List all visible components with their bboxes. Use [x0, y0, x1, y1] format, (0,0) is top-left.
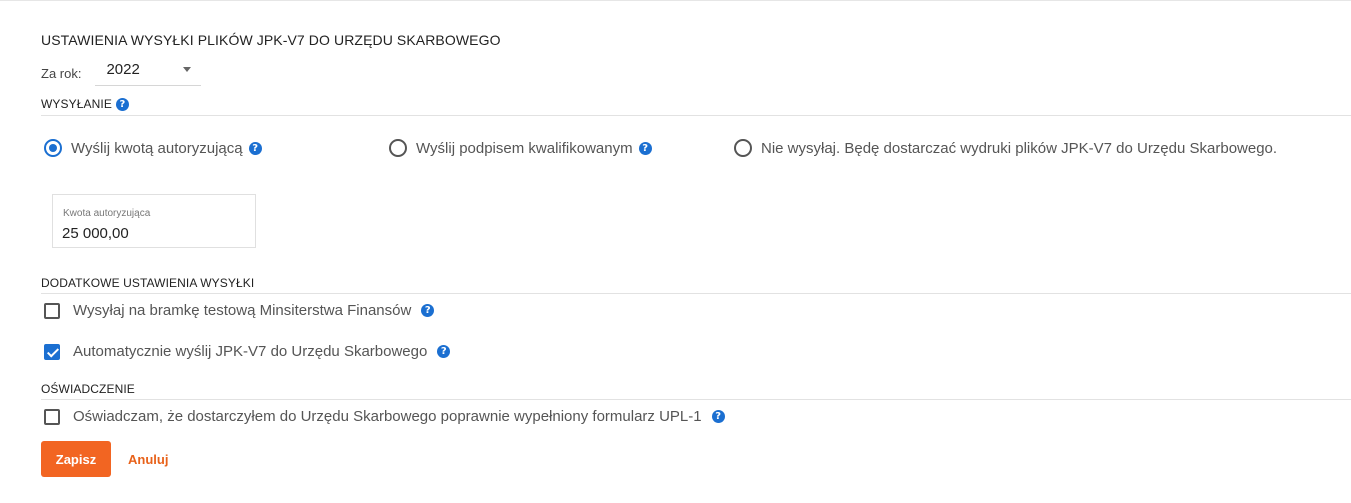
radio-do-not-send[interactable]: Nie wysyłaj. Będę dostarczać wydruki pli…	[734, 139, 1277, 157]
save-button[interactable]: Zapisz	[41, 441, 111, 477]
radio-button[interactable]	[389, 139, 407, 157]
checkbox-label: Wysyłaj na bramkę testową Minsiterstwa F…	[73, 302, 412, 319]
year-row: Za rok: 2022	[41, 59, 202, 86]
radio-send-qualified-signature[interactable]: Wyślij podpisem kwalifikowanym ?	[389, 139, 652, 157]
help-icon[interactable]: ?	[248, 141, 262, 155]
sending-divider	[41, 115, 1351, 116]
amount-field-value[interactable]: 25 000,00	[62, 225, 129, 242]
help-icon[interactable]: ?	[711, 410, 725, 423]
radio-label: Nie wysyłaj. Będę dostarczać wydruki pli…	[761, 139, 1278, 157]
radio-label: Wyślij kwotą autoryzującą	[71, 139, 243, 157]
authorization-amount-field[interactable]: Kwota autoryzująca 25 000,00	[52, 194, 256, 248]
additional-settings-label: DODATKOWE USTAWIENIA WYSYŁKI	[41, 276, 255, 290]
declaration-divider	[41, 399, 1351, 400]
year-label: Za rok:	[41, 66, 82, 81]
declaration-header-label: OŚWIADCZENIE	[41, 382, 135, 396]
declaration-header: OŚWIADCZENIE	[41, 382, 135, 396]
checkbox-declaration[interactable]: Oświadczam, że dostarczyłem do Urzędu Sk…	[44, 408, 725, 425]
amount-field-label: Kwota autoryzująca	[63, 208, 151, 219]
additional-settings-divider	[41, 293, 1351, 294]
radio-send-authorization-amount[interactable]: Wyślij kwotą autoryzującą ?	[44, 139, 262, 157]
year-select[interactable]: 2022	[95, 59, 202, 86]
radio-button[interactable]	[44, 139, 62, 157]
help-icon[interactable]: ?	[638, 141, 652, 155]
top-divider	[0, 0, 1351, 1]
checkbox[interactable]	[44, 343, 60, 360]
checkbox-label: Oświadczam, że dostarczyłem do Urzędu Sk…	[73, 408, 702, 425]
help-icon[interactable]: ?	[437, 345, 451, 358]
help-icon[interactable]: ?	[115, 97, 129, 111]
checkbox[interactable]	[44, 302, 60, 319]
chevron-down-icon	[183, 67, 192, 72]
checkbox-test-gateway[interactable]: Wysyłaj na bramkę testową Minsiterstwa F…	[44, 302, 435, 319]
checkbox-label: Automatycznie wyślij JPK-V7 do Urzędu Sk…	[73, 343, 428, 360]
sending-header-label: WYSYŁANIE	[41, 97, 112, 111]
cancel-link[interactable]: Anuluj	[128, 452, 168, 467]
year-value: 2022	[106, 61, 140, 78]
radio-label: Wyślij podpisem kwalifikowanym	[416, 139, 633, 157]
page-title: USTAWIENIA WYSYŁKI PLIKÓW JPK-V7 DO URZĘ…	[41, 32, 501, 48]
radio-button[interactable]	[734, 139, 752, 157]
checkbox-auto-send[interactable]: Automatycznie wyślij JPK-V7 do Urzędu Sk…	[44, 343, 451, 360]
additional-settings-header: DODATKOWE USTAWIENIA WYSYŁKI	[41, 276, 254, 290]
checkbox[interactable]	[44, 408, 60, 425]
sending-header: WYSYŁANIE ?	[41, 97, 129, 111]
help-icon[interactable]: ?	[421, 304, 435, 317]
